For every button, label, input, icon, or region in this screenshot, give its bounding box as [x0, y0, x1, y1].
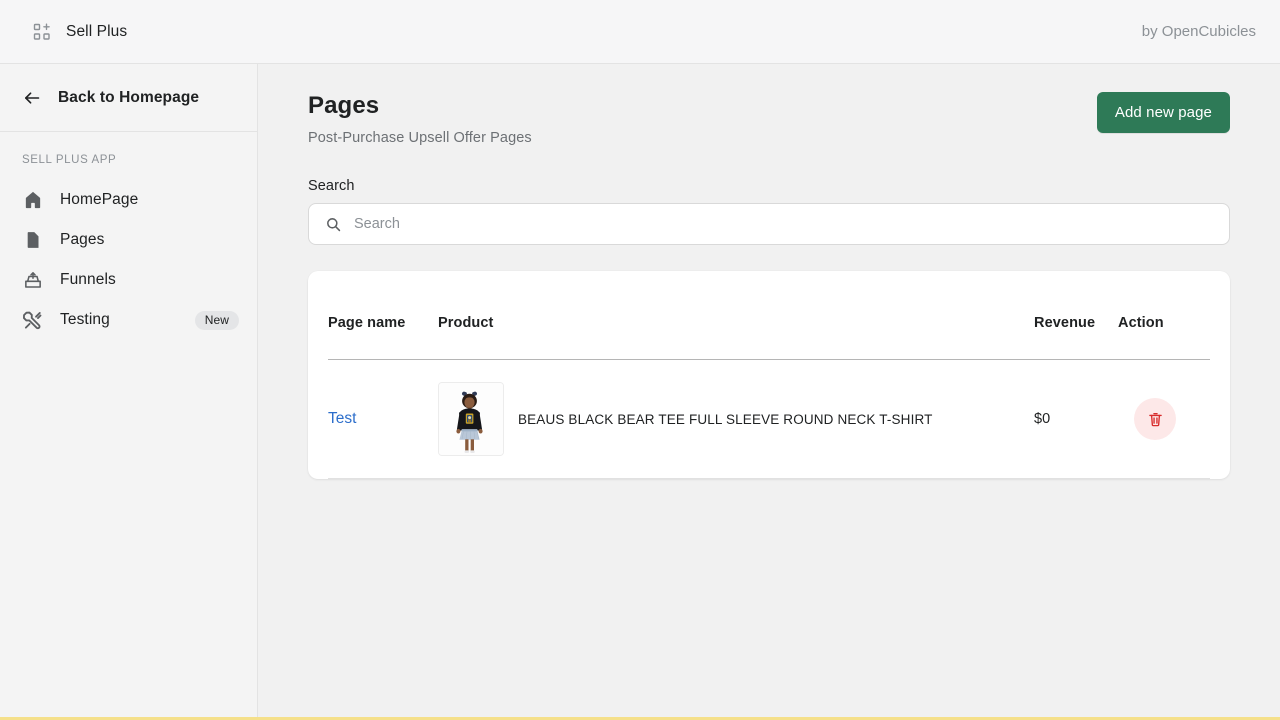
sidebar-nav: SELL PLUS APP HomePage Pa: [0, 132, 257, 340]
sidebar-item-label: Funnels: [60, 271, 239, 289]
delete-row-button[interactable]: [1134, 398, 1176, 440]
search-field[interactable]: [308, 203, 1230, 245]
back-to-homepage-label: Back to Homepage: [58, 89, 199, 107]
product-cell: BEAUS BLACK BEAR TEE FULL SLEEVE ROUND N…: [438, 382, 1034, 456]
sidebar-item-label: HomePage: [60, 191, 239, 209]
pages-table: Page name Product Revenue Action Test: [328, 271, 1210, 479]
content-area: Back to Homepage SELL PLUS APP HomePage: [0, 64, 1280, 717]
sidebar-item-testing[interactable]: Testing New: [0, 300, 257, 340]
attribution-label: by OpenCubicles: [1142, 23, 1256, 40]
tools-icon: [22, 309, 44, 331]
back-to-homepage-button[interactable]: Back to Homepage: [0, 64, 257, 132]
trash-icon: [1147, 411, 1164, 428]
cell-page-name: Test: [328, 360, 438, 479]
add-new-page-button[interactable]: Add new page: [1097, 92, 1230, 133]
sidebar: Back to Homepage SELL PLUS APP HomePage: [0, 64, 258, 717]
sidebar-item-homepage[interactable]: HomePage: [0, 180, 257, 220]
apps-add-icon: [32, 22, 52, 42]
status-badge-new: New: [195, 311, 239, 330]
column-header-revenue: Revenue: [1034, 271, 1118, 360]
page-title: Pages: [308, 92, 532, 120]
home-icon: [22, 189, 44, 211]
page-name-link[interactable]: Test: [328, 410, 356, 427]
product-name: BEAUS BLACK BEAR TEE FULL SLEEVE ROUND N…: [518, 412, 933, 427]
table-body: Test: [328, 360, 1210, 479]
column-header-product: Product: [438, 271, 1034, 360]
search-section: Search: [308, 178, 1230, 245]
app-window: Sell Plus by OpenCubicles Back to Homepa…: [0, 0, 1280, 720]
product-thumbnail: [438, 382, 504, 456]
page-header-text: Pages Post-Purchase Upsell Offer Pages: [308, 92, 532, 146]
page-header: Pages Post-Purchase Upsell Offer Pages A…: [308, 92, 1230, 146]
column-header-page-name: Page name: [328, 271, 438, 360]
table-header: Page name Product Revenue Action: [328, 271, 1210, 360]
sidebar-item-pages[interactable]: Pages: [0, 220, 257, 260]
cell-action: [1118, 360, 1210, 479]
search-icon: [325, 216, 342, 233]
column-header-action: Action: [1118, 271, 1210, 360]
product-thumbnail-image: [439, 383, 503, 455]
table-header-row: Page name Product Revenue Action: [328, 271, 1210, 360]
cell-revenue: $0: [1034, 360, 1118, 479]
page-subtitle: Post-Purchase Upsell Offer Pages: [308, 130, 532, 146]
app-title: Sell Plus: [66, 23, 127, 41]
top-bar-brand[interactable]: Sell Plus: [32, 22, 127, 42]
pages-table-card: Page name Product Revenue Action Test: [308, 271, 1230, 479]
search-input[interactable]: [354, 216, 1213, 232]
sidebar-item-label: Pages: [60, 231, 239, 249]
sidebar-item-funnels[interactable]: Funnels: [0, 260, 257, 300]
sidebar-item-label: Testing: [60, 311, 179, 329]
top-bar: Sell Plus by OpenCubicles: [0, 0, 1280, 64]
table-row: Test: [328, 360, 1210, 479]
cell-product: BEAUS BLACK BEAR TEE FULL SLEEVE ROUND N…: [438, 360, 1034, 479]
page-icon: [22, 229, 44, 251]
arrow-left-icon: [22, 88, 42, 108]
sidebar-section-heading: SELL PLUS APP: [0, 154, 257, 166]
funnel-icon: [22, 269, 44, 291]
search-label: Search: [308, 178, 1230, 194]
main-panel: Pages Post-Purchase Upsell Offer Pages A…: [258, 64, 1280, 717]
